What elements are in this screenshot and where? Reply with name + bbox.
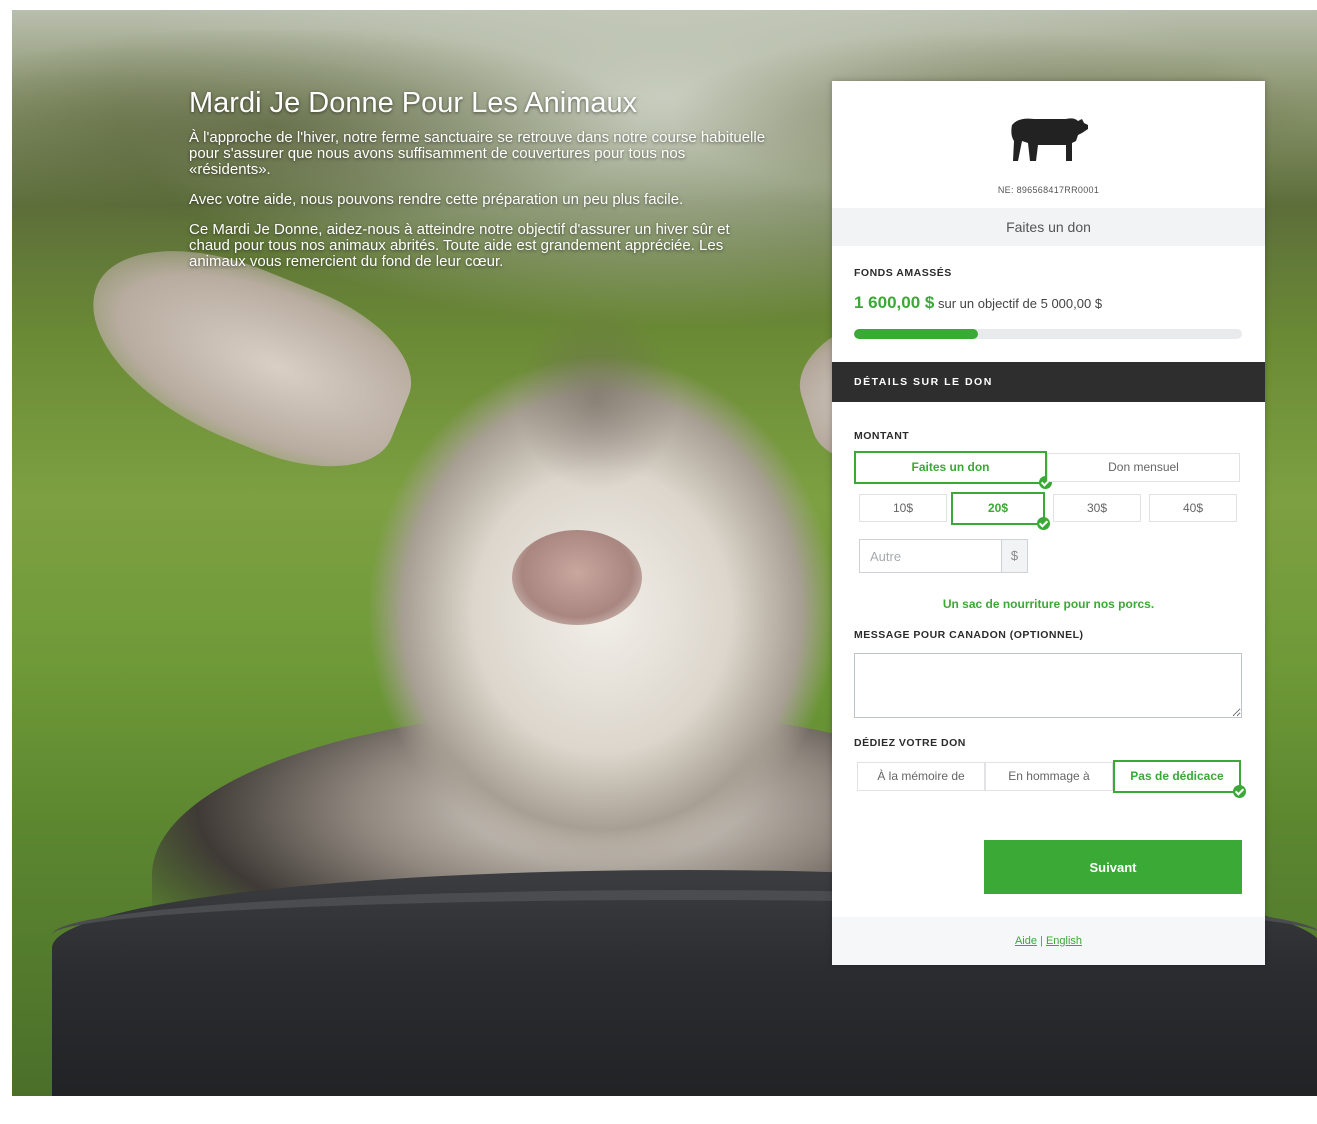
one-time-label: Faites un don: [911, 460, 990, 474]
english-link[interactable]: English: [1046, 935, 1082, 947]
raised-amount: 1 600,00 $: [854, 293, 935, 312]
hero-paragraph-2: Avec votre aide, nous pouvons rendre cet…: [189, 191, 684, 208]
one-time-donation-tab[interactable]: Faites un don: [854, 451, 1052, 489]
donation-form: NE: 896568417RR0001 Faites un don FONDS …: [832, 81, 1265, 965]
progress-fill: [854, 329, 979, 339]
goal-text: sur un objectif de 5 000,00 $: [937, 296, 1103, 311]
hero-text: Mardi Je Donne Pour Les Animaux À l'appr…: [189, 86, 769, 284]
amount-40-label: 40$: [1182, 501, 1204, 515]
dedication-in-honour-label: En hommage à: [1008, 769, 1090, 783]
details-header: DÉTAILS SUR LE DON: [832, 362, 1265, 402]
amount-30-label: 30$: [1086, 501, 1108, 515]
goat-face-marking: [482, 270, 712, 530]
amount-20-label: 20$: [987, 501, 1009, 515]
details-header-label: DÉTAILS SUR LE DON: [854, 376, 993, 388]
check-icon: [1233, 785, 1246, 798]
amount-label: MONTANT: [854, 430, 910, 442]
check-icon: [1037, 517, 1050, 530]
amount-option-20[interactable]: 20$: [951, 492, 1050, 530]
amount-10-label: 10$: [892, 501, 914, 515]
footer-separator: |: [1036, 935, 1046, 947]
dedication-in-memory-label: À la mémoire de: [877, 769, 965, 783]
hero-paragraph-3: Ce Mardi Je Donne, aidez-nous à atteindr…: [189, 221, 730, 270]
message-textarea[interactable]: [854, 653, 1242, 718]
amount-option-10[interactable]: 10$: [859, 494, 947, 522]
charity-number: NE: 896568417RR0001: [997, 185, 1100, 195]
currency-addon: $: [1001, 539, 1028, 573]
other-amount-input[interactable]: [859, 539, 1002, 573]
funds-raised-label: FONDS AMASSÉS: [854, 267, 952, 279]
dedication-none-label: Pas de dédicace: [1130, 769, 1224, 783]
amount-option-40[interactable]: 40$: [1149, 494, 1237, 522]
dedication-in-memory[interactable]: À la mémoire de: [857, 762, 985, 791]
impact-message: Un sac de nourriture pour nos porcs.: [942, 597, 1155, 611]
footer: Aide | English: [832, 917, 1265, 965]
help-link[interactable]: Aide: [1015, 935, 1037, 947]
hero-paragraph-1: À l'approche de l'hiver, notre ferme san…: [189, 129, 766, 178]
logo: [832, 111, 1265, 168]
amount-option-30[interactable]: 30$: [1053, 494, 1141, 522]
page-title: Mardi Je Donne Pour Les Animaux: [189, 87, 638, 119]
dedicate-label: DÉDIEZ VOTRE DON: [854, 737, 966, 749]
next-button[interactable]: Suivant: [984, 840, 1242, 894]
give-header: Faites un don: [832, 208, 1265, 246]
progress-bar: [854, 329, 1242, 339]
cow-icon: [1010, 118, 1088, 161]
monthly-label: Don mensuel: [1108, 460, 1179, 474]
dedication-none[interactable]: Pas de dédicace: [1113, 760, 1246, 798]
dedication-in-honour[interactable]: En hommage à: [985, 762, 1113, 791]
goat-nose: [512, 530, 642, 625]
funds-raised: 1 600,00 $ sur un objectif de 5 000,00 $: [854, 293, 1102, 313]
message-label: MESSAGE POUR CANADON (OPTIONNEL): [854, 629, 1084, 641]
monthly-donation-tab[interactable]: Don mensuel: [1047, 453, 1240, 482]
